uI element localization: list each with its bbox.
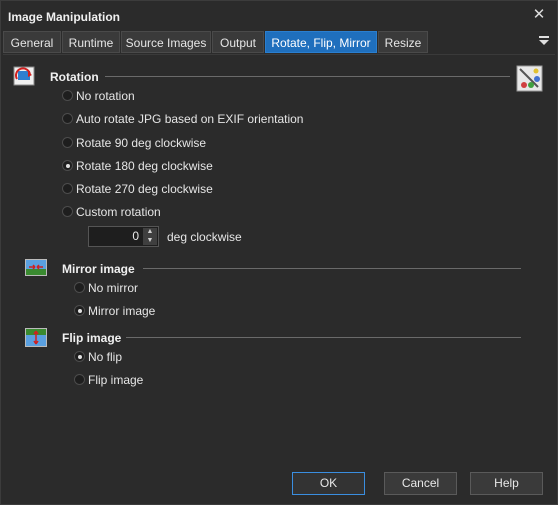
- mirror-image-icon: [25, 259, 47, 276]
- dialog-window: Image Manipulation ✕ General Runtime Sou…: [0, 0, 558, 505]
- radio-button[interactable]: [62, 113, 73, 124]
- radio-button[interactable]: [62, 90, 73, 101]
- radio-button[interactable]: [74, 351, 85, 362]
- radio-label: Mirror image: [88, 304, 156, 318]
- ok-button[interactable]: OK: [292, 472, 365, 495]
- custom-rotation-value[interactable]: 0: [132, 229, 139, 243]
- tab-rotate-flip-mirror[interactable]: Rotate, Flip, Mirror: [265, 31, 377, 53]
- radio-label: No flip: [88, 350, 123, 364]
- radio-label: No mirror: [88, 281, 138, 295]
- flip-image-icon: [25, 328, 47, 347]
- flip-section-title: Flip image: [62, 331, 122, 345]
- radio-label: Rotate 90 deg clockwise: [76, 136, 207, 150]
- stepper-buttons: ▲ ▼: [143, 228, 157, 245]
- flip-divider: [126, 337, 521, 338]
- close-icon[interactable]: ✕: [529, 5, 549, 25]
- chevron-down-icon[interactable]: ▼: [143, 237, 157, 245]
- radio-label: No rotation: [76, 89, 135, 103]
- tab-resize[interactable]: Resize: [378, 31, 428, 53]
- tab-runtime[interactable]: Runtime: [62, 31, 120, 53]
- chevron-up-icon[interactable]: ▲: [143, 228, 157, 236]
- tab-source-images[interactable]: Source Images: [121, 31, 211, 53]
- rotation-divider: [105, 76, 510, 77]
- radio-label: Custom rotation: [76, 205, 161, 219]
- radio-button[interactable]: [62, 137, 73, 148]
- rotate-icon: [13, 66, 35, 86]
- radio-button[interactable]: [62, 160, 73, 171]
- radio-label: Rotate 180 deg clockwise: [76, 159, 213, 173]
- dropdown-menu-icon[interactable]: [537, 34, 551, 50]
- tab-output[interactable]: Output: [212, 31, 264, 53]
- radio-label: Auto rotate JPG based on EXIF orientatio…: [76, 112, 304, 126]
- rotation-section-title: Rotation: [50, 70, 99, 84]
- tab-bar: General Runtime Source Images Output Rot…: [3, 31, 555, 55]
- custom-rotation-stepper[interactable]: 0 ▲ ▼: [88, 226, 159, 247]
- title-bar: Image Manipulation ✕: [1, 1, 557, 31]
- mirror-section-title: Mirror image: [62, 262, 135, 276]
- help-button[interactable]: Help: [470, 472, 543, 495]
- cancel-button[interactable]: Cancel: [384, 472, 457, 495]
- radio-button[interactable]: [74, 374, 85, 385]
- tools-icon: [516, 65, 543, 92]
- radio-button[interactable]: [62, 206, 73, 217]
- radio-label: Rotate 270 deg clockwise: [76, 182, 213, 196]
- mirror-divider: [143, 268, 521, 269]
- radio-button[interactable]: [62, 183, 73, 194]
- custom-rotation-unit: deg clockwise: [167, 230, 242, 244]
- radio-button[interactable]: [74, 282, 85, 293]
- radio-label: Flip image: [88, 373, 144, 387]
- window-title: Image Manipulation: [8, 10, 121, 24]
- tab-general[interactable]: General: [3, 31, 61, 53]
- radio-button[interactable]: [74, 305, 85, 316]
